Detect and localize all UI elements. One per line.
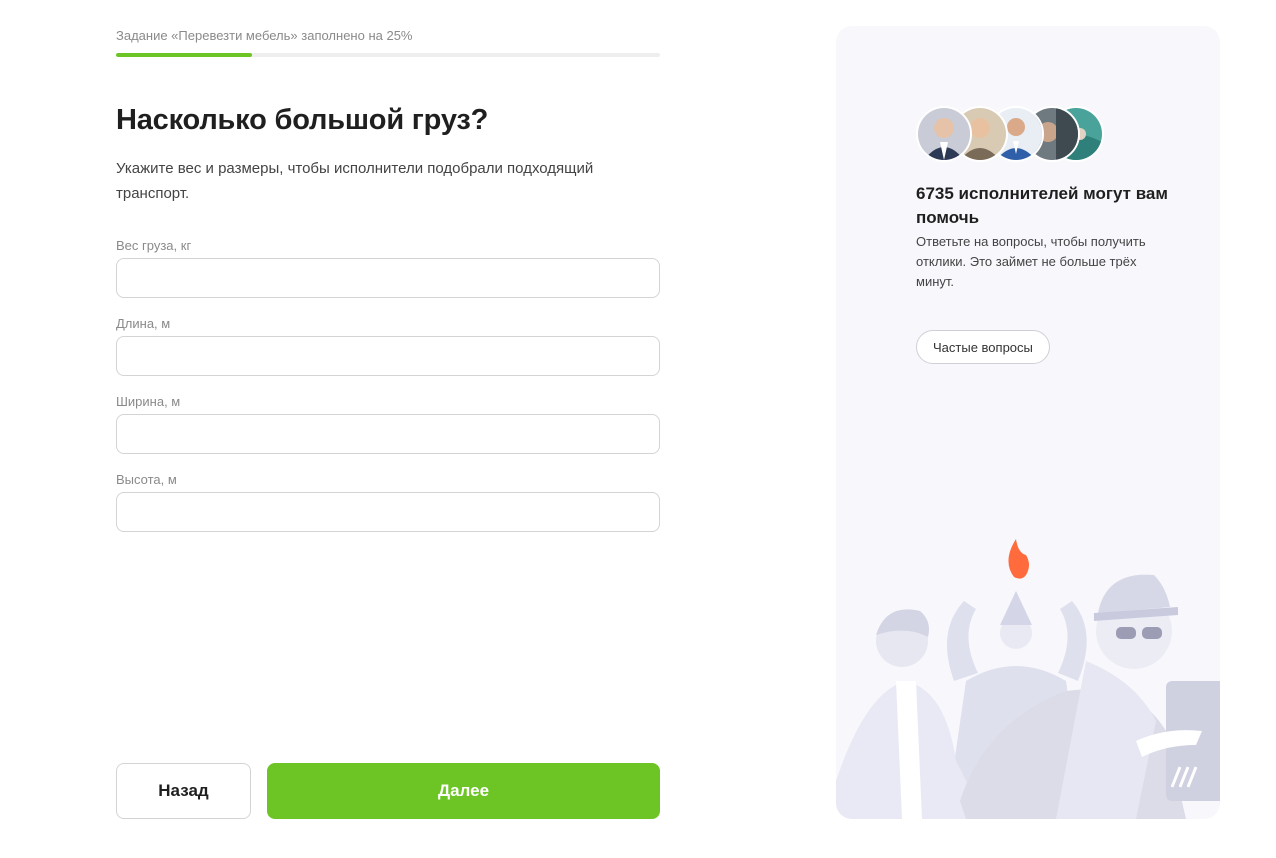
flame-icon	[1008, 539, 1029, 579]
progress-bar-fill	[116, 53, 252, 57]
progress-bar	[116, 53, 660, 57]
performer-avatars	[916, 106, 1106, 162]
weight-input[interactable]	[116, 258, 660, 298]
performers-count-title: 6735 исполнителей могут вам помочь	[916, 184, 1168, 227]
next-button[interactable]: Далее	[267, 763, 660, 819]
info-panel: 6735 исполнителей могут вам помочь Ответ…	[836, 26, 1220, 819]
width-input[interactable]	[116, 414, 660, 454]
avatar	[916, 106, 972, 162]
performers-count-text: Ответьте на вопросы, чтобы получить откл…	[916, 234, 1146, 289]
weight-label: Вес груза, кг	[116, 238, 192, 253]
performers-illustration	[836, 539, 1220, 819]
width-label: Ширина, м	[116, 394, 181, 409]
page-title: Насколько большой груз?	[116, 104, 489, 136]
back-button[interactable]: Назад	[116, 763, 251, 819]
length-input[interactable]	[116, 336, 660, 376]
height-input[interactable]	[116, 492, 660, 532]
length-label: Длина, м	[116, 316, 171, 331]
page-subtitle: Укажите вес и размеры, чтобы исполнители…	[116, 160, 594, 202]
faq-button[interactable]: Частые вопросы	[916, 330, 1050, 364]
height-label: Высота, м	[116, 472, 177, 487]
progress-label: Задание «Перевезти мебель» заполнено на …	[116, 28, 413, 43]
task-wizard-page: Задание «Перевезти мебель» заполнено на …	[0, 0, 1276, 858]
